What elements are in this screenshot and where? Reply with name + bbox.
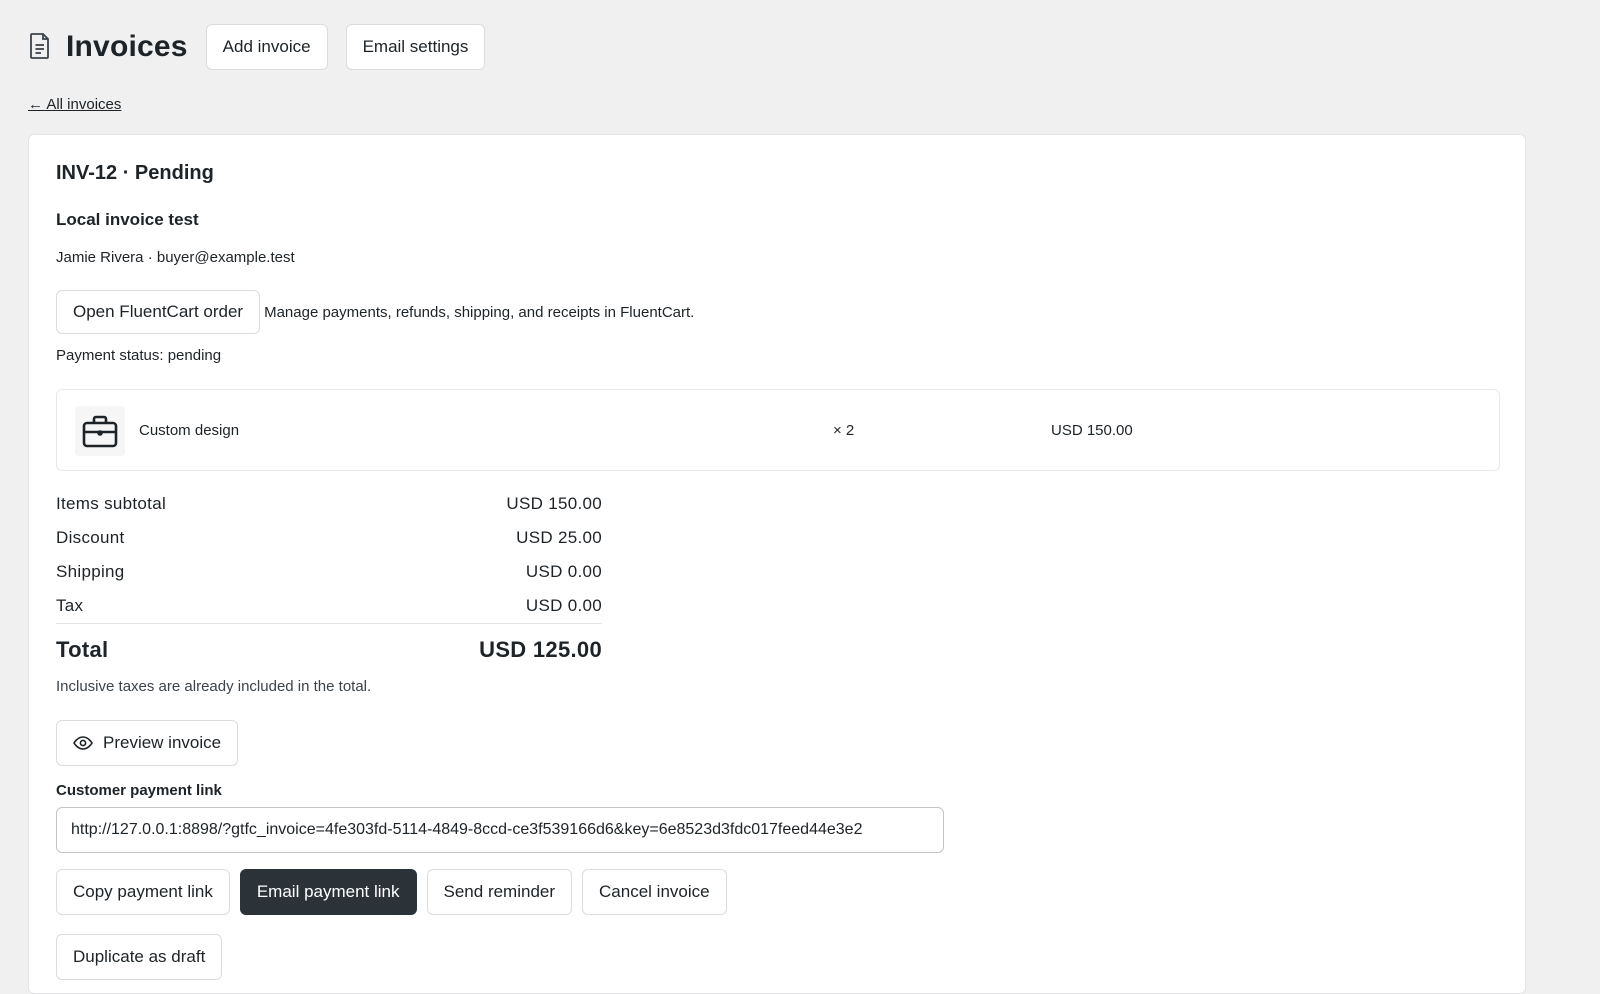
- tax-note: Inclusive taxes are already included in …: [56, 678, 372, 695]
- item-quantity: × 2: [833, 422, 855, 439]
- invoice-card: INV-12 · Pending Local invoice test Jami…: [28, 134, 1526, 994]
- invoice-heading: INV-12 · Pending: [56, 162, 214, 184]
- totals-row-tax: Tax USD 0.00: [56, 589, 602, 623]
- item-price: USD 150.00: [1051, 422, 1133, 439]
- cancel-invoice-button[interactable]: Cancel invoice: [582, 869, 727, 915]
- totals-row-discount: Discount USD 25.00: [56, 521, 602, 555]
- fluentcart-note: Manage payments, refunds, shipping, and …: [264, 303, 695, 321]
- open-fluentcart-order-button[interactable]: Open FluentCart order: [56, 290, 261, 334]
- page-title: Invoices: [66, 30, 188, 63]
- payment-link-label: Customer payment link: [56, 782, 222, 799]
- invoice-title: Local invoice test: [56, 210, 199, 229]
- email-settings-button[interactable]: Email settings: [345, 24, 486, 70]
- preview-invoice-label: Preview invoice: [103, 733, 222, 752]
- totals-value: USD 0.00: [525, 562, 602, 581]
- briefcase-icon: [75, 406, 125, 456]
- customer-info: Jamie Rivera · buyer@example.test: [56, 249, 295, 266]
- all-invoices-link[interactable]: ← All invoices: [28, 96, 121, 113]
- total-value: USD 125.00: [479, 637, 602, 662]
- page-header: Invoices Add invoice Email settings: [28, 24, 503, 70]
- totals-row-shipping: Shipping USD 0.00: [56, 555, 602, 589]
- totals-label: Items subtotal: [56, 494, 167, 513]
- item-name: Custom design: [139, 422, 240, 439]
- preview-invoice-button[interactable]: Preview invoice: [56, 720, 239, 766]
- document-icon: [28, 32, 54, 62]
- totals-value: USD 25.00: [516, 528, 602, 547]
- add-invoice-button[interactable]: Add invoice: [205, 24, 328, 70]
- fluentcart-row: Open FluentCart order Manage payments, r…: [56, 290, 694, 334]
- totals-row-subtotal: Items subtotal USD 150.00: [56, 487, 602, 521]
- email-payment-link-button[interactable]: Email payment link: [239, 869, 417, 915]
- totals-label: Tax: [56, 596, 84, 615]
- totals-label: Discount: [56, 528, 125, 547]
- total-label: Total: [56, 637, 109, 662]
- totals-label: Shipping: [56, 562, 125, 581]
- totals-value: USD 150.00: [506, 494, 602, 513]
- invoice-actions: Copy payment link Email payment link Sen…: [56, 869, 737, 915]
- payment-link-input[interactable]: [56, 807, 944, 853]
- duplicate-as-draft-button[interactable]: Duplicate as draft: [56, 934, 223, 980]
- totals-value: USD 0.00: [525, 596, 602, 615]
- payment-status: Payment status: pending: [56, 347, 222, 364]
- totals-row-total: Total USD 125.00: [56, 623, 602, 676]
- line-item: Custom design × 2 USD 150.00: [56, 389, 1500, 471]
- eye-icon: [73, 736, 93, 750]
- totals-table: Items subtotal USD 150.00 Discount USD 2…: [56, 487, 602, 676]
- send-reminder-button[interactable]: Send reminder: [426, 869, 573, 915]
- copy-payment-link-button[interactable]: Copy payment link: [56, 869, 230, 915]
